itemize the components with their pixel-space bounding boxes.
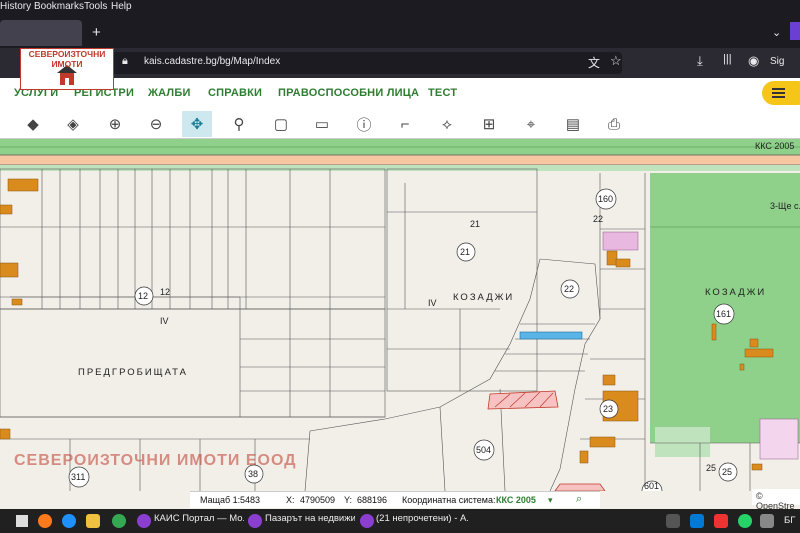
print-icon[interactable]: ⎙ (599, 111, 629, 137)
nav-pravosposobni-litsa[interactable]: ПРАВОСПОСОБНИ ЛИЦА (278, 87, 419, 99)
folder-icon[interactable] (86, 514, 100, 528)
circle-161: 161 (716, 309, 731, 319)
nav-test[interactable]: ТЕСТ (428, 87, 457, 99)
active-tab[interactable] (0, 20, 82, 46)
menu-help[interactable]: Help (111, 1, 132, 12)
map-status-bar: Мащаб 1: 5483 X: 4790509 Y: 688196 Коорд… (190, 491, 600, 508)
label-roman-iv-1: IV (160, 316, 169, 326)
marker-icon[interactable]: ⚲ (224, 111, 254, 137)
label-num-25: 25 (706, 463, 716, 473)
circle-12: 12 (138, 291, 148, 301)
measure-point-icon[interactable]: ⟡ (432, 111, 462, 137)
label-roman-iv-2: IV (428, 298, 437, 308)
measure-line-icon[interactable]: ⌖ (516, 111, 546, 137)
tray-icon[interactable] (714, 514, 728, 528)
scale-label: Мащаб 1: (200, 495, 241, 505)
nav-spravki[interactable]: СПРАВКИ (208, 87, 262, 99)
language-indicator[interactable]: БГ (784, 515, 800, 533)
signin-label[interactable]: Sig (770, 56, 784, 67)
circle-504: 504 (476, 445, 491, 455)
crs-value[interactable]: ККС 2005 (496, 495, 536, 505)
tray-icon[interactable] (690, 514, 704, 528)
label-kks-side: 3-Ще с. Т (770, 201, 800, 211)
circle-23: 23 (603, 404, 613, 414)
bookmark-star-icon[interactable]: ☆ (610, 53, 622, 69)
tray-icon[interactable] (738, 514, 752, 528)
edge-icon[interactable] (62, 514, 76, 528)
crs-label: Координатна система: (402, 495, 496, 505)
y-value: 688196 (357, 495, 388, 505)
info-icon[interactable]: ⓘ (349, 111, 379, 137)
scale-value[interactable]: 5483 (240, 495, 260, 505)
watermark-company-text: СЕВЕРОИЗТОЧНИ ИМОТИ ЕООД (14, 452, 297, 469)
logo-text: СЕВЕРОИЗТОЧНИ ИМОТИ (28, 49, 106, 69)
lock-icon: 🔒︎ (122, 55, 128, 67)
zoom-in-icon[interactable]: ⊕ (100, 111, 130, 137)
profile-icon[interactable] (790, 22, 800, 40)
select-add-icon[interactable]: ▢ (266, 111, 296, 137)
layers-stack-icon[interactable]: ◈ (58, 111, 88, 137)
menu-history[interactable]: History (0, 1, 31, 12)
tray-icon[interactable] (666, 514, 680, 528)
circle-601: 601 (644, 481, 659, 491)
layers-icon[interactable]: ◆ (18, 111, 48, 137)
circle-311: 311 (71, 472, 85, 482)
menu-tools[interactable]: Tools (84, 1, 107, 12)
menu-bookmarks[interactable]: Bookmarks (34, 1, 84, 12)
chevron-down-icon[interactable]: ⌄ (772, 26, 781, 39)
new-tab-button[interactable]: + (92, 24, 101, 41)
label-kozadzhi-1: КОЗАДЖИ (453, 292, 514, 303)
label-predgrobishtata: ПРЕДГРОБИЩАТА (78, 367, 188, 378)
translate-icon[interactable]: 文 (588, 54, 600, 71)
label-kozadzhi-2: КОЗАДЖИ (705, 287, 766, 298)
circle-38: 38 (248, 469, 258, 479)
circle-21: 21 (460, 247, 470, 257)
label-num-21: 21 (470, 219, 480, 229)
hatched-parcel (487, 390, 559, 410)
browser-tab-icon (248, 514, 262, 528)
main-road (0, 155, 800, 165)
firefox-icon[interactable] (38, 514, 52, 528)
y-label: Y: (344, 495, 353, 505)
document-icon[interactable]: ▤ (558, 111, 588, 137)
x-label: X: (286, 495, 295, 505)
cadastral-map[interactable]: ККС 2005 3-Ще с. Т КОЗАДЖИ КОЗАДЖИ ПРЕДГ… (0, 139, 800, 491)
pink-building (602, 231, 639, 251)
nav-zhalbi[interactable]: ЖАЛБИ (148, 87, 191, 99)
label-num-12: 12 (160, 287, 170, 297)
download-icon[interactable]: ⤓ (697, 53, 703, 69)
circle-160: 160 (598, 194, 613, 204)
windows-start-icon[interactable] (16, 515, 28, 527)
chrome-icon[interactable] (112, 514, 126, 528)
chevron-down-icon[interactable]: ▾ (548, 495, 553, 506)
search-icon[interactable]: ⌕ (576, 493, 582, 506)
account-icon[interactable]: ◉ (748, 53, 759, 69)
tray-icon[interactable] (760, 514, 774, 528)
url-text[interactable]: kais.cadastre.bg/bg/Map/Index (144, 56, 280, 67)
library-icon[interactable]: ||| (723, 53, 732, 65)
taskbar-task-pazarat[interactable]: Пазарът на недвижи... (265, 513, 355, 531)
pan-icon[interactable]: ✥ (182, 111, 212, 137)
circle-22: 22 (564, 284, 574, 294)
circle-25: 25 (722, 467, 732, 477)
hamburger-menu-button[interactable] (762, 81, 800, 105)
taskbar-task-mail[interactable]: (21 непрочетени) - А... (376, 513, 468, 531)
browser-tab-icon (360, 514, 374, 528)
highlighted-parcel (519, 331, 583, 340)
browser-menu-bar: History Bookmarks Tools Help (0, 0, 800, 16)
taskbar-task-kais[interactable]: КАИС Портал — Мо... (154, 513, 244, 531)
label-kks-top: ККС 2005 (755, 141, 794, 151)
browser-tab-icon (137, 514, 151, 528)
map-icon[interactable]: ⊞ (474, 111, 504, 137)
tab-strip (0, 16, 800, 48)
label-num-22: 22 (593, 214, 603, 224)
select-remove-icon[interactable]: ▭ (307, 111, 337, 137)
x-value: 4790509 (300, 495, 336, 505)
osm-attribution[interactable]: © OpenStre (752, 489, 800, 511)
zoom-out-icon[interactable]: ⊖ (141, 111, 171, 137)
parcel-icon[interactable]: ⌐ (390, 111, 420, 137)
